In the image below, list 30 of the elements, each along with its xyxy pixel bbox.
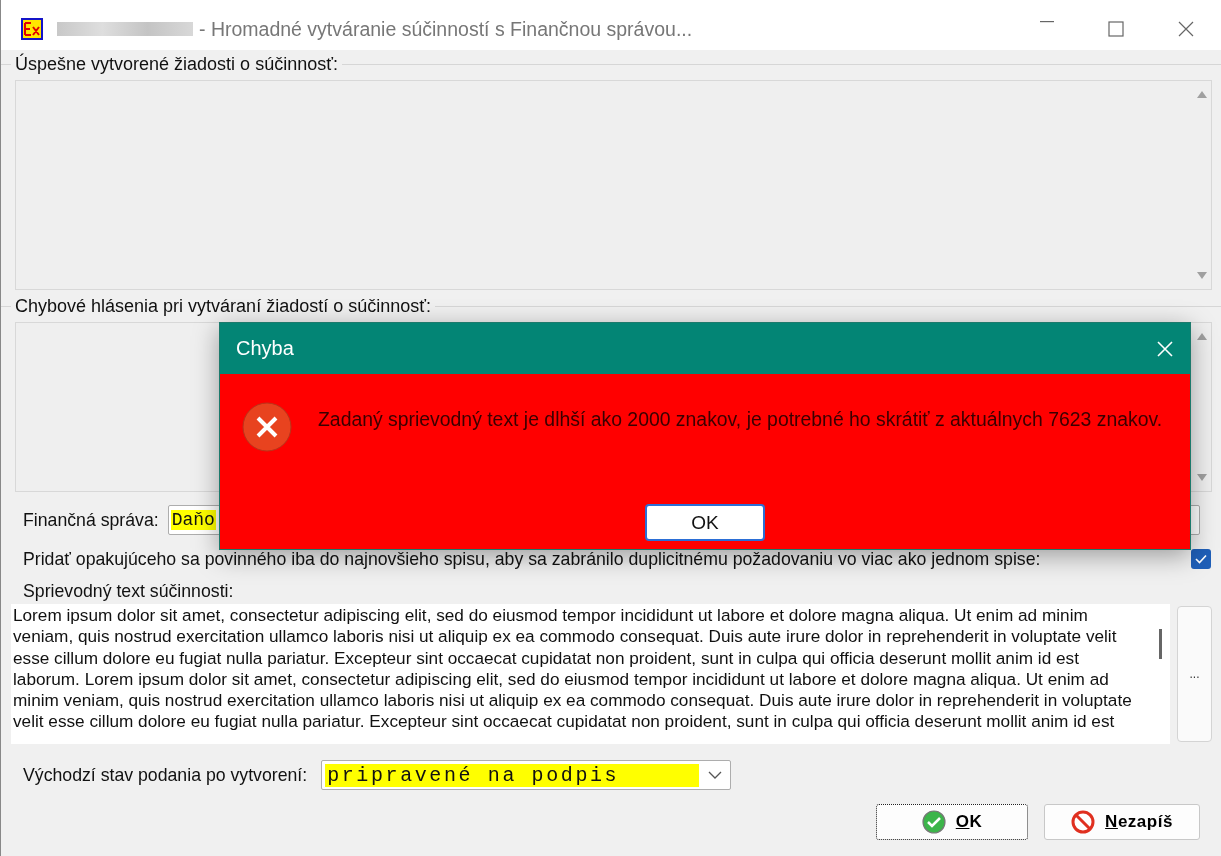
group-label: Chybové hlásenia pri vytváraní žiadostí o súčinnosť:: [15, 295, 431, 317]
prohibited-icon: [1071, 810, 1096, 834]
cancel-button[interactable]: Nezapíš: [1044, 804, 1200, 840]
check-icon: [921, 810, 946, 834]
checkmark-icon: [1195, 554, 1207, 564]
scroll-down-icon[interactable]: [1196, 473, 1208, 483]
cover-text-area[interactable]: Lorem ipsum dolor sit amet, consectetur adipiscing elit, sed do eiusmod tempor incididunt ut labore et dolore magna aliqua. Ut enim ad minim veniam, quis nostrud exercitation ullamco laboris nisi ut aliquip ex ea commodo consequat. Duis aute irure dolor in reprehenderit in voluptate velit esse cillum dolore eu fugiat nulla pariatur. Excepteur sint occaecat cupidatat non proident, sunt in culpa qui officia deserunt mollit anim id est laborum. Lorem ipsum dolor sit amet, consectetur adipiscing elit, sed do eiusmod tempor incididunt ut labore et dolore magna aliqua. Ut enim ad minim veniam, quis nostrud exercitation ullamco laboris nisi ut aliquip ex ea commodo consequat. Duis aute irure dolor in reprehenderit in voluptate velit esse cillum dolore eu fugiat nulla pariatur. Excepteur sint occaecat cupidatat non proident, sunt in culpa qui officia deserunt mollit anim id est: [11, 604, 1170, 744]
dedupe-checkbox[interactable]: [1191, 549, 1211, 569]
maximize-icon[interactable]: [1108, 21, 1124, 37]
initial-state-dropdown[interactable]: pripravené na podpis: [321, 760, 732, 790]
tax-office-label: Finančná správa:: [23, 509, 159, 531]
dedupe-label: Pridať opakujúceho sa povinného iba do najnovšieho spisu, aby sa zabránilo duplicitnému požadovaniu vo viac ako jednom spise:: [23, 548, 1041, 570]
app-logo-icon: [21, 18, 43, 40]
error-message: Zadaný sprievodný text je dlhší ako 2000 znakov, je potrebné ho skrátiť z aktuálnych 7623 znakov.: [318, 408, 1163, 431]
dialog-title: Chyba: [236, 337, 294, 360]
close-icon[interactable]: [1178, 21, 1194, 37]
initial-state-label: Východzí stav podania po vytvorení:: [23, 764, 308, 786]
error-icon: [242, 402, 292, 452]
scroll-up-icon[interactable]: [1196, 331, 1208, 341]
scroll-down-icon[interactable]: [1196, 271, 1208, 281]
window-title: - Hromadné vytváranie súčinností s Finančnou správou...: [199, 17, 694, 41]
minimize-icon[interactable]: [1040, 21, 1054, 23]
scroll-up-icon[interactable]: [1196, 89, 1208, 99]
ok-button[interactable]: OK: [645, 504, 765, 541]
chevron-down-icon: [708, 771, 723, 779]
more-button[interactable]: ...: [1177, 606, 1212, 742]
group-label: Úspešne vytvorené žiadosti o súčinnosť:: [15, 53, 338, 75]
scrollbar-thumb[interactable]: [1159, 629, 1162, 659]
cover-text-label: Sprievodný text súčinnosti:: [22, 581, 235, 601]
ok-button[interactable]: OK: [876, 804, 1028, 840]
